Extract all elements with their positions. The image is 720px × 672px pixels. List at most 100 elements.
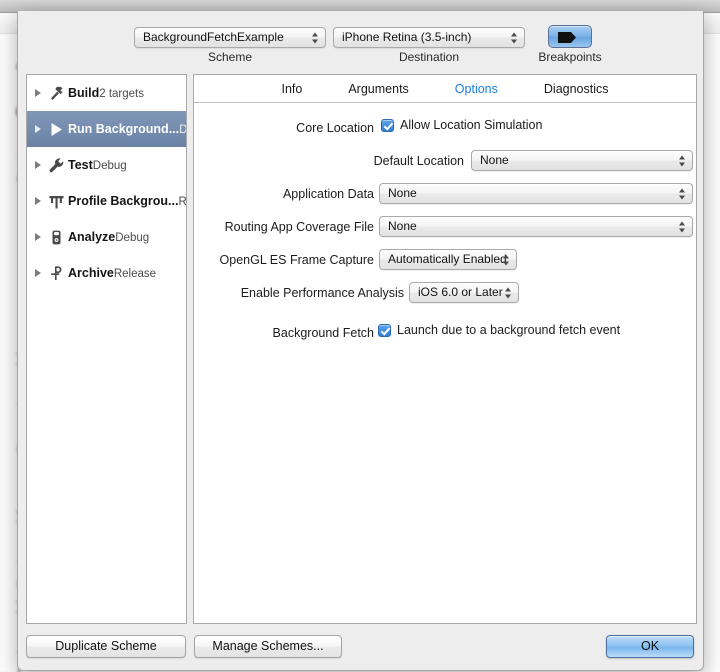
gauge-icon	[44, 193, 68, 210]
application-data-label-box: Application Data	[194, 185, 374, 203]
destination-caption: Destination	[333, 50, 525, 64]
application-data-label: Application Data	[283, 185, 374, 203]
opengl-es-frame-capture-popup-button[interactable]: Automatically Enabled	[379, 249, 517, 270]
background-fetch-control[interactable]: Launch due to a background fetch event	[378, 323, 620, 337]
updown-arrows-icon	[505, 286, 512, 299]
tab-options[interactable]: Options	[445, 82, 508, 96]
sidebar-item-subtitle: Debug	[115, 232, 149, 244]
tab-bar[interactable]: Info Arguments Options Diagnostics	[194, 75, 696, 103]
background-fetch-checkbox-label: Launch due to a background fetch event	[397, 323, 620, 337]
opengl-label-box: OpenGL ES Frame Capture	[194, 251, 374, 269]
sidebar-item-text: ArchiveRelease	[68, 264, 156, 282]
sidebar-item-title: Test	[68, 158, 93, 172]
updown-arrows-icon	[679, 220, 686, 233]
options-form: Core Location Allow Location Simulation …	[194, 103, 696, 357]
scheme-popup-value: BackgroundFetchExample	[143, 30, 284, 44]
breakpoints-toggle-button[interactable]	[548, 25, 592, 48]
disclosure-triangle-icon[interactable]	[31, 269, 44, 277]
updown-arrows-icon	[503, 253, 510, 266]
sidebar-item-title: Archive	[68, 266, 114, 280]
scheme-detail-pane: Info Arguments Options Diagnostics Core Loc…	[193, 74, 697, 624]
tab-diagnostics[interactable]: Diagnostics	[534, 82, 619, 96]
row-enable-performance-analysis: Enable Performance Analysis iOS 6.0 or L…	[194, 284, 696, 317]
sidebar-item-subtitle: Release	[178, 196, 187, 208]
core-location-label-box: Core Location	[194, 119, 374, 137]
disclosure-triangle-icon[interactable]	[31, 233, 44, 241]
scheme-editor-sheet: BackgroundFetchExample Scheme iPhone Ret…	[17, 11, 704, 671]
background-fetch-label-box: Background Fetch	[194, 324, 374, 342]
routing-app-coverage-label: Routing App Coverage File	[225, 218, 374, 236]
updown-arrows-icon	[679, 154, 686, 167]
row-core-location: Core Location Allow Location Simulation	[194, 119, 696, 152]
opengl-es-frame-capture-label: OpenGL ES Frame Capture	[220, 251, 374, 269]
screen: ❯ #import "AppDelegate.h"	[0, 0, 720, 672]
sidebar-item-run-background[interactable]: Run Background...Debug	[27, 111, 186, 147]
sidebar-item-subtitle: Debug	[179, 124, 187, 136]
destination-popup-button[interactable]: iPhone Retina (3.5-inch)	[333, 27, 525, 48]
updown-arrows-icon	[679, 187, 686, 200]
disclosure-triangle-icon[interactable]	[31, 161, 44, 169]
sheet-footer: Duplicate Scheme Manage Schemes... OK	[18, 624, 703, 670]
microscope-icon	[44, 229, 68, 246]
hammer-icon	[44, 85, 68, 102]
application-data-popup-button[interactable]: None	[379, 183, 693, 204]
sidebar-item-subtitle: Debug	[93, 160, 127, 172]
scheme-toolbar: BackgroundFetchExample Scheme iPhone Ret…	[18, 11, 703, 75]
default-location-value: None	[480, 153, 509, 167]
disclosure-triangle-icon[interactable]	[31, 197, 44, 205]
routing-app-coverage-value: None	[388, 219, 417, 233]
disclosure-triangle-icon[interactable]	[31, 89, 44, 97]
sidebar-item-text: AnalyzeDebug	[68, 228, 149, 246]
sidebar-item-text: Build2 targets	[68, 84, 144, 102]
sidebar-item-profile-backgrou[interactable]: Profile Backgrou...Release	[27, 183, 186, 219]
disclosure-triangle-icon[interactable]	[31, 125, 44, 133]
enable-performance-analysis-label: Enable Performance Analysis	[241, 284, 404, 302]
sidebar-item-test[interactable]: TestDebug	[27, 147, 186, 183]
breakpoints-group: Breakpoints	[522, 25, 618, 64]
sidebar-item-title: Run Background...	[68, 122, 179, 136]
enable-performance-analysis-value: iOS 6.0 or Later	[418, 285, 503, 299]
ok-button[interactable]: OK	[606, 635, 694, 658]
breakpoint-arrow-icon	[558, 32, 576, 43]
sidebar-item-subtitle: 2 targets	[99, 88, 144, 100]
wrench-icon	[44, 157, 68, 174]
sidebar-item-build[interactable]: Build2 targets	[27, 75, 186, 111]
archive-icon	[44, 265, 68, 282]
row-default-location: Default Location None	[194, 152, 696, 185]
background-fetch-label: Background Fetch	[273, 324, 374, 342]
routing-app-coverage-popup-button[interactable]: None	[379, 216, 693, 237]
sidebar-item-archive[interactable]: ArchiveRelease	[27, 255, 186, 291]
allow-location-simulation-label: Allow Location Simulation	[400, 118, 542, 132]
duplicate-scheme-button[interactable]: Duplicate Scheme	[26, 635, 186, 658]
scheme-action-list[interactable]: Build2 targetsRun Background...DebugTest…	[26, 74, 187, 624]
row-routing-app-coverage-file: Routing App Coverage File None	[194, 218, 696, 251]
performance-analysis-label-box: Enable Performance Analysis	[224, 284, 404, 302]
default-location-label-box: Default Location	[284, 152, 464, 170]
destination-selector-group: iPhone Retina (3.5-inch) Destination	[333, 27, 525, 64]
sidebar-item-text: TestDebug	[68, 156, 127, 174]
destination-popup-value: iPhone Retina (3.5-inch)	[342, 30, 471, 44]
routing-app-coverage-label-box: Routing App Coverage File	[194, 218, 374, 236]
sidebar-item-title: Profile Backgrou...	[68, 194, 178, 208]
updown-arrows-icon	[312, 31, 319, 44]
manage-schemes-button[interactable]: Manage Schemes...	[194, 635, 342, 658]
background-fetch-checkbox[interactable]	[378, 324, 391, 337]
sidebar-item-title: Build	[68, 86, 99, 100]
row-application-data: Application Data None	[194, 185, 696, 218]
tab-arguments[interactable]: Arguments	[338, 82, 418, 96]
scheme-selector-group: BackgroundFetchExample Scheme	[134, 27, 326, 64]
play-icon	[44, 121, 68, 138]
tab-info[interactable]: Info	[271, 82, 312, 96]
allow-location-simulation-checkbox[interactable]	[381, 119, 394, 132]
sidebar-item-analyze[interactable]: AnalyzeDebug	[27, 219, 186, 255]
scheme-popup-button[interactable]: BackgroundFetchExample	[134, 27, 326, 48]
core-location-label: Core Location	[296, 119, 374, 137]
default-location-label: Default Location	[374, 152, 464, 170]
scheme-caption: Scheme	[134, 50, 326, 64]
row-opengl-es-frame-capture: OpenGL ES Frame Capture Automatically En…	[194, 251, 696, 284]
default-location-popup-button[interactable]: None	[471, 150, 693, 171]
enable-performance-analysis-popup-button[interactable]: iOS 6.0 or Later	[409, 282, 519, 303]
sidebar-item-title: Analyze	[68, 230, 115, 244]
allow-location-simulation-control[interactable]: Allow Location Simulation	[381, 118, 542, 132]
opengl-es-frame-capture-value: Automatically Enabled	[388, 252, 507, 266]
